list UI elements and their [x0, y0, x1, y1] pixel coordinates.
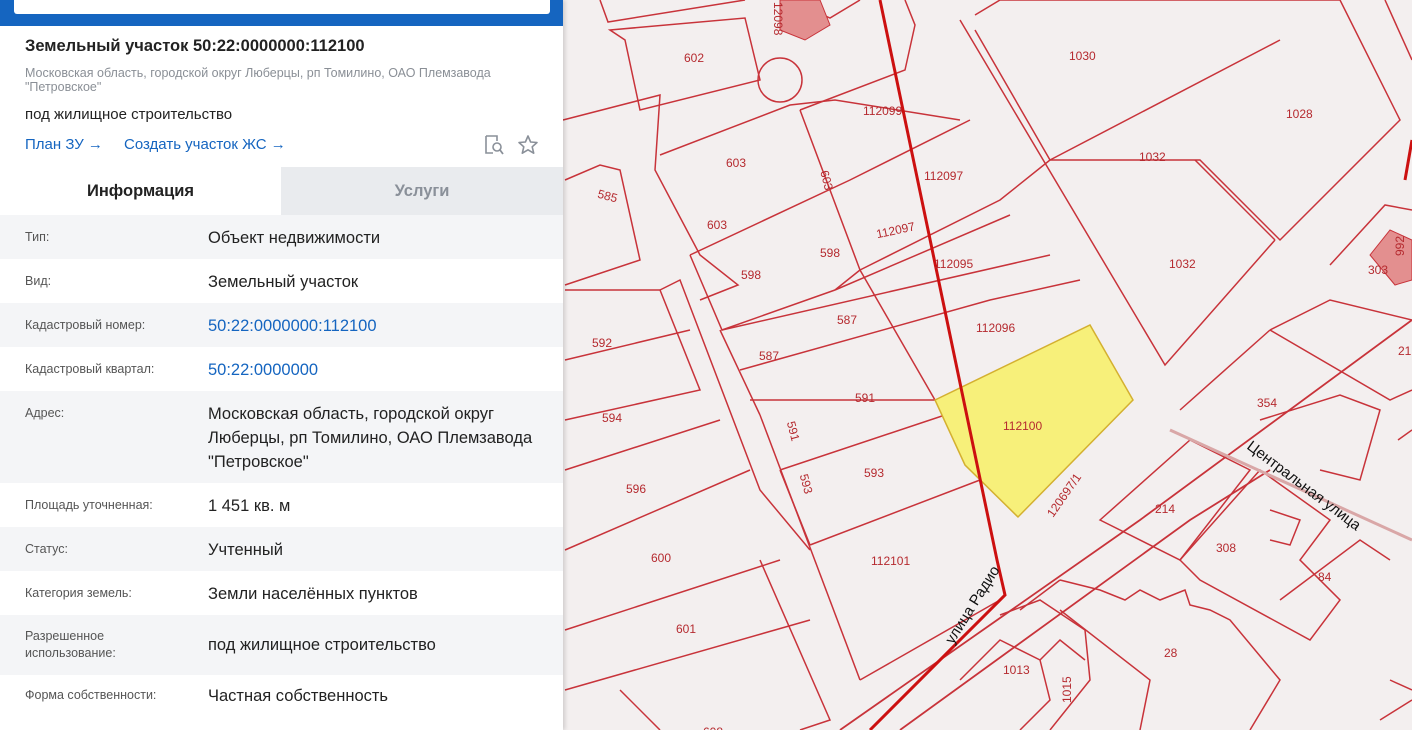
parcel-label: 1032 — [1169, 257, 1196, 271]
parcel-label: 593 — [864, 466, 884, 480]
document-search-icon[interactable] — [482, 133, 506, 157]
tab-information[interactable]: Информация — [0, 167, 281, 215]
parcel-label: 587 — [759, 349, 779, 363]
parcel-label: 1028 — [1286, 107, 1313, 121]
create-parcel-link-label: Создать участок ЖС — [124, 136, 267, 153]
parcel-label: 587 — [837, 313, 857, 327]
parcel-label: 308 — [1216, 541, 1236, 555]
info-row-land-category: Категория земель: Земли населённых пункт… — [0, 571, 563, 615]
parcel-label: 591 — [855, 391, 875, 405]
parcel-label: 596 — [626, 482, 646, 496]
star-icon[interactable] — [516, 133, 540, 157]
parcel-purpose: под жилищное строительство — [25, 106, 233, 123]
info-row-kind: Вид: Земельный участок — [0, 259, 563, 303]
parcel-label: 112099 — [863, 104, 902, 118]
parcel-label: 603 — [707, 218, 727, 232]
parcel-label: 598 — [741, 268, 761, 282]
parcel-label: 112101 — [871, 554, 910, 568]
info-value: 1 451 кв. м — [208, 497, 291, 515]
selected-parcel-label: 112100 — [1003, 419, 1042, 433]
search-input[interactable] — [14, 0, 550, 14]
parcel-label: 600 — [651, 551, 671, 565]
tabs: Информация Услуги — [0, 167, 563, 215]
parcel-label: 603 — [726, 156, 746, 170]
info-row-cadastral-number: Кадастровый номер: 50:22:0000000:112100 — [0, 303, 563, 347]
info-value: Московская область, городской округ Любе… — [208, 405, 533, 471]
info-row-permitted-use: Разрешенное использование: под жилищное … — [0, 615, 563, 675]
info-label: Площадь уточненная: — [25, 498, 153, 512]
info-value: Объект недвижимости — [208, 229, 381, 247]
parcel-label: 112096 — [976, 321, 1015, 335]
info-label: Статус: — [25, 542, 68, 556]
parcel-label: 601 — [676, 622, 696, 636]
info-value: Частная собственность — [208, 687, 389, 705]
parcel-label: 992 — [1393, 236, 1407, 256]
create-parcel-link[interactable]: Создать участок ЖС → — [124, 136, 286, 153]
parcel-label: 594 — [602, 411, 622, 425]
info-value: Земельный участок — [208, 273, 359, 291]
parcel-label: 303 — [1368, 263, 1388, 277]
parcel-label: 354 — [1257, 396, 1277, 410]
parcel-label: 592 — [592, 336, 612, 350]
info-row-status: Статус: Учтенный — [0, 527, 563, 571]
info-row-ownership: Форма собственности: Частная собственнос… — [0, 675, 563, 719]
arrow-right-icon: → — [87, 136, 103, 153]
info-label: Форма собственности: — [25, 688, 157, 702]
tab-services[interactable]: Услуги — [281, 167, 563, 215]
info-row-type: Тип: Объект недвижимости — [0, 215, 563, 259]
info-label: Адрес: — [25, 406, 65, 420]
info-value: под жилищное строительство — [208, 636, 436, 654]
info-row-cadastral-quarter: Кадастровый квартал: 50:22:0000000 — [0, 347, 563, 391]
parcel-label: 214 — [1155, 502, 1175, 516]
parcel-label: 1032 — [1139, 150, 1166, 164]
info-value: Земли населённых пунктов — [208, 585, 418, 603]
info-row-area: Площадь уточненная: 1 451 кв. м — [0, 483, 563, 527]
parcel-label: 12098 — [771, 2, 785, 36]
parcel-label: 112095 — [934, 257, 973, 271]
parcel-label: 1015 — [1060, 676, 1074, 703]
search-bar — [0, 0, 563, 26]
info-value: Учтенный — [208, 541, 283, 559]
info-label: Категория земель: — [25, 586, 132, 600]
info-label: Тип: — [25, 230, 50, 244]
info-label: Кадастровый квартал: — [25, 362, 155, 376]
parcel-label: 1030 — [1069, 49, 1096, 63]
parcel-label: 602 — [684, 51, 704, 65]
parcel-label: 21 — [1398, 344, 1412, 358]
plan-link[interactable]: План ЗУ → — [25, 136, 103, 153]
info-row-address: Адрес: Московская область, городской окр… — [0, 391, 563, 483]
info-label: Кадастровый номер: — [25, 318, 146, 332]
info-panel: Земельный участок 50:22:0000000:112100 М… — [0, 0, 563, 730]
parcel-title: Земельный участок 50:22:0000000:112100 — [25, 37, 365, 55]
parcel-label: 1013 — [1003, 663, 1030, 677]
info-table: Тип: Объект недвижимости Вид: Земельный … — [0, 215, 563, 719]
parcel-label: 598 — [820, 246, 840, 260]
info-label: Вид: — [25, 274, 52, 288]
parcel-label: 84 — [1318, 570, 1332, 584]
parcel-address: Московская область, городской округ Любе… — [25, 66, 491, 94]
parcel-label: 28 — [1164, 646, 1178, 660]
info-label: Разрешенное использование: — [25, 629, 116, 660]
plan-link-label: План ЗУ — [25, 136, 84, 153]
parcel-label: 608 — [703, 725, 723, 730]
arrow-right-icon: → — [270, 136, 286, 153]
cadastral-number-link[interactable]: 50:22:0000000:112100 — [208, 314, 548, 338]
parcel-label: 112097 — [924, 169, 963, 183]
cadastral-quarter-link[interactable]: 50:22:0000000 — [208, 358, 548, 382]
